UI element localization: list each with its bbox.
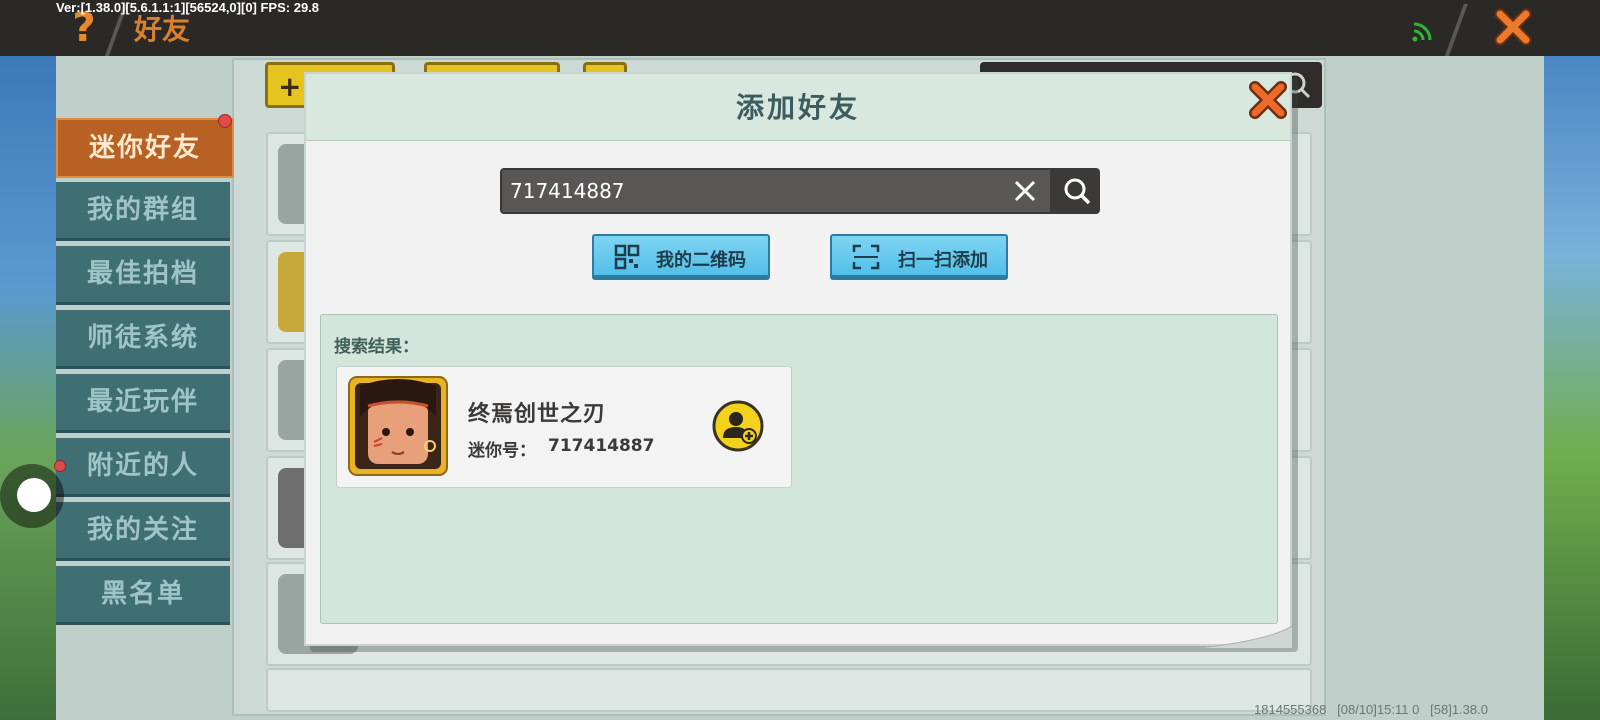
scan-to-add-label: 扫一扫添加 (898, 250, 988, 271)
result-id-value: 717414887 (548, 436, 655, 456)
result-player-name: 终焉创世之刃 (468, 402, 607, 427)
scan-icon (852, 244, 880, 270)
background-scene-right (1542, 56, 1600, 720)
notification-badge (54, 460, 66, 472)
debug-overlay: Ver:[1.38.0][5.6.1.1:1][56524,0][0] FPS:… (56, 0, 320, 15)
notification-badge (218, 114, 232, 128)
dialog-close-button[interactable] (1246, 78, 1290, 122)
page-curl-decoration (1200, 626, 1292, 648)
sidebar-item-best-partner[interactable]: 最佳拍档 (56, 246, 230, 305)
sidebar-item-mini-friends[interactable]: 迷你好友 (56, 118, 234, 178)
joystick-knob[interactable] (17, 478, 51, 512)
search-button[interactable] (1052, 168, 1100, 214)
sidebar-item-my-groups[interactable]: 我的群组 (56, 182, 230, 241)
add-friend-icon[interactable] (712, 400, 764, 452)
my-qr-code-button[interactable]: 我的二维码 (592, 234, 770, 280)
scan-to-add-button[interactable]: 扫一扫添加 (830, 234, 1008, 280)
avatar[interactable] (348, 376, 448, 476)
my-qr-code-label: 我的二维码 (656, 250, 746, 271)
footer-status-text: 1814555368 [08/10]15:11 0 [58]1.38.0 (1254, 702, 1488, 717)
dialog-title: 添加好友 (735, 91, 860, 124)
divider (1444, 4, 1468, 58)
close-button[interactable] (1492, 6, 1534, 48)
wifi-icon (1412, 22, 1432, 42)
qr-code-icon (614, 244, 640, 270)
sidebar-item-blacklist[interactable]: 黑名单 (56, 566, 230, 625)
sidebar-item-my-follows[interactable]: 我的关注 (56, 502, 230, 561)
result-id-label: 迷你号： (468, 441, 536, 461)
search-input[interactable] (510, 170, 990, 212)
search-results-label: 搜索结果： (334, 337, 419, 357)
background-scene-left (0, 56, 58, 720)
clear-icon[interactable] (1010, 176, 1040, 206)
friend-row[interactable] (266, 668, 1312, 712)
sidebar-item-mentor-system[interactable]: 师徒系统 (56, 310, 230, 369)
sidebar-item-nearby-people[interactable]: 附近的人 (56, 438, 230, 497)
search-icon (1064, 178, 1091, 205)
sidebar-item-recent-players[interactable]: 最近玩伴 (56, 374, 230, 433)
